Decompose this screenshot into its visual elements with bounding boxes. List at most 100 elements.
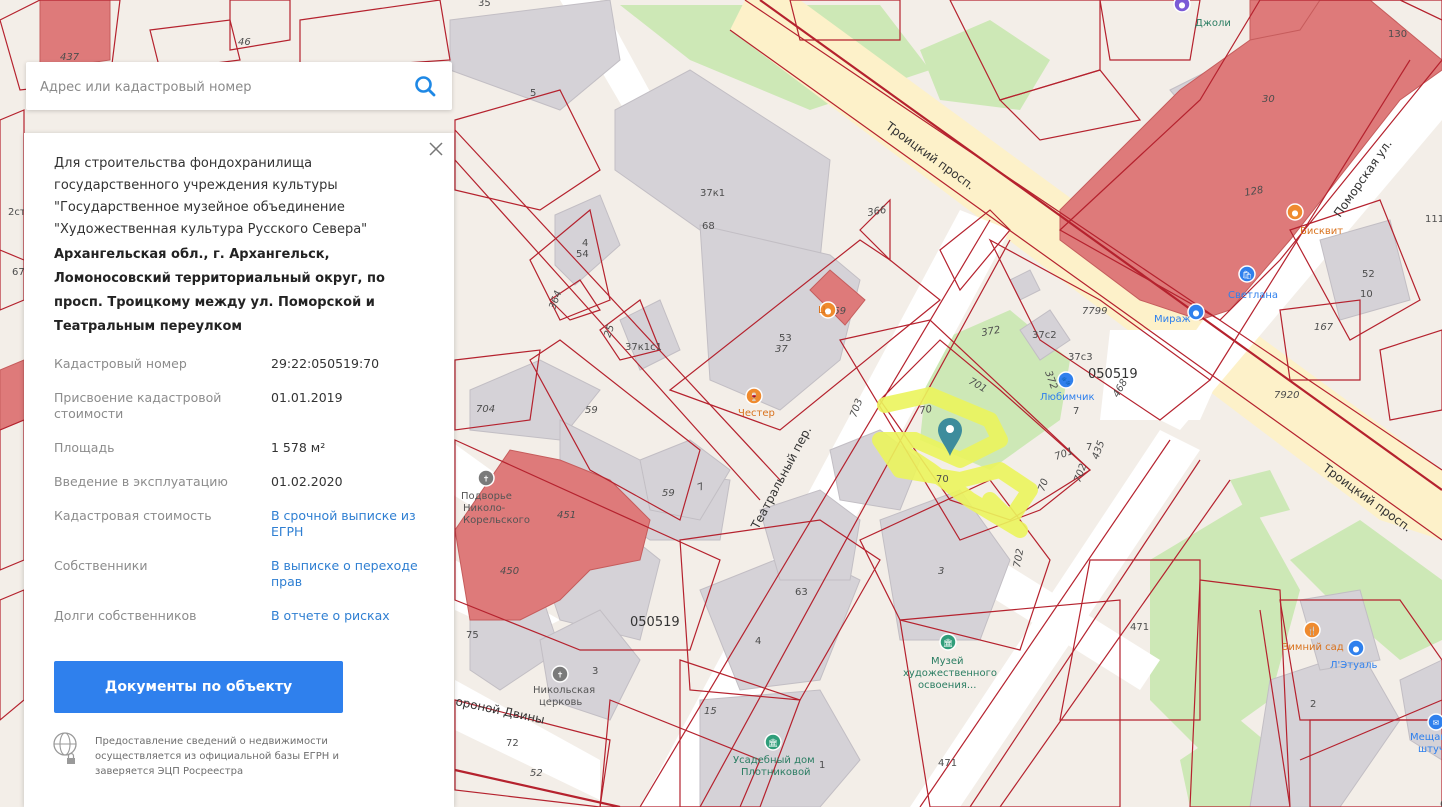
cadastral-number-value: 29:22:050519:70 [271,356,380,371]
parcel-label: 7 [1073,406,1079,417]
quarter-number: 050519 [1088,367,1138,382]
parcel-label: 53 [779,333,792,344]
parcel-label: 4 [755,636,761,647]
parcel-label: 3 [938,566,944,577]
poi-label: Джоли [1195,18,1231,29]
poi-label: штучк [1418,744,1442,755]
parcel-label: 35 [478,0,491,9]
search-box [26,62,452,112]
parcel-label: 15 [704,706,717,717]
poi-glyph: 🐾 [1061,377,1071,386]
object-purpose: Для строительства фондохранилища государ… [54,156,368,237]
object-info-panel: Для строительства фондохранилища государ… [24,133,454,807]
parcel-label: 59 [585,405,598,416]
poi-marker-icon[interactable]: ✝ [551,665,569,683]
poi-marker-icon[interactable]: ✝ [477,469,495,487]
poi-label: Мещан [1410,732,1442,743]
poi-glyph: ● [1353,645,1360,654]
parcel-label: 72 [506,738,519,749]
poi-marker-icon[interactable]: 🍴 [1303,621,1321,639]
parcel-label: 46 [238,37,251,48]
parcel-label: 2 [1310,699,1316,710]
parcel-label: 37с2 [1032,330,1057,341]
parcel-label: 68 [702,221,715,232]
row-label: Введение в эксплуатацию [54,474,228,489]
parcel-label: 59 [662,488,675,499]
search-input[interactable] [38,62,412,112]
parcel-label: 70 [936,474,949,485]
poi-label: Подворье [461,491,512,502]
poi-glyph: ● [1292,209,1299,218]
poi-marker-icon[interactable]: 🏛 [764,733,782,751]
poi-glyph: ● [1193,309,1200,318]
poi-label: церковь [539,697,582,708]
row-label: Кадастровый номер [54,356,187,371]
poi-label: Любимчик [1040,392,1095,403]
poi-glyph: ✝ [483,475,490,484]
parcel-label: 5 [530,88,536,99]
parcel-label: 37к1с1 [625,342,662,353]
parcel-label: 7 [1086,442,1092,453]
row-label: Площадь [54,440,115,455]
row-label: Присвоение кадастровой стоимости [54,390,222,421]
parcel-label: 37к1 [700,188,725,199]
poi-marker-icon[interactable]: ● [1173,0,1191,13]
poi-label: Усадебный дом [733,755,815,766]
parcel-label: 63 [795,587,808,598]
row-label: Собственники [54,558,148,573]
parcel-label: 450 [500,566,519,577]
search-icon[interactable] [414,75,436,97]
poi-label: Музей [931,656,964,667]
parcel-label: 7920 [1274,390,1299,401]
value-assignment-date: 01.01.2019 [271,390,343,405]
poi-label: Мираж [1154,314,1191,325]
parcel-label: 7799 [1082,306,1107,317]
poi-marker-icon[interactable]: ● [1347,639,1365,657]
poi-glyph: ● [1179,1,1186,10]
parcel-label: 54 [576,249,589,260]
poi-label: Светлана [1228,290,1278,301]
poi-label: Бисквит [1300,226,1343,237]
poi-label: художественного [903,668,997,679]
poi-label: Ц [818,305,826,316]
egrn-disclaimer: Предоставление сведений о недвижимости о… [95,736,339,777]
poi-marker-icon[interactable]: 🍷 [745,387,763,405]
row-label: Долги собственников [54,608,197,623]
parcel-label: 130 [1388,29,1407,40]
poi-label: освоения... [918,680,976,691]
poi-glyph: ✉ [1433,719,1440,728]
poi-glyph: 🛍 [1242,271,1252,280]
parcel-label: 471 [1130,622,1149,633]
parcel-label: 70 [919,404,933,417]
poi-label: Л'Этуаль [1330,660,1378,671]
poi-label: Никольская [533,685,595,696]
area-value: 1 578 м² [271,440,326,455]
parcel-label: 1 [819,760,825,771]
poi-glyph: 🍷 [749,392,759,402]
parcel-label: 67 [12,267,25,278]
parcel-label: 37с3 [1068,352,1093,363]
close-icon[interactable] [428,141,444,157]
parcel-label: 3 [592,666,598,677]
poi-marker-icon[interactable]: ● [1286,203,1304,221]
poi-label: Николо- [463,503,506,514]
poi-marker-icon[interactable]: 🛍 [1238,265,1256,283]
parcel-label: 167 [1314,322,1334,333]
poi-marker-icon[interactable]: ✉ [1427,713,1442,731]
poi-glyph: 🍴 [1307,626,1317,636]
owner-debts-link[interactable]: В отчете о рисках [271,608,431,624]
row-label: Кадастровая стоимость [54,508,212,523]
documents-button[interactable]: Документы по объекту [54,661,343,713]
parcel-label: 4 [582,238,588,249]
cadastral-value-link[interactable]: В срочной выписке из ЕГРН [271,508,431,540]
parcel-label: 111 [1425,214,1442,225]
poi-marker-icon[interactable]: 🐾 [1057,371,1075,389]
parcel-label: 30 [1262,94,1275,105]
poi-marker-icon[interactable]: 🏛 [939,633,957,651]
commissioning-date: 01.02.2020 [271,474,343,489]
globe-lock-icon [53,732,77,764]
owners-link[interactable]: В выписке о переходе прав [271,558,431,590]
parcel-label: 451 [557,510,576,521]
poi-label: Корельского [463,515,530,526]
parcel-label: 52 [530,768,543,779]
